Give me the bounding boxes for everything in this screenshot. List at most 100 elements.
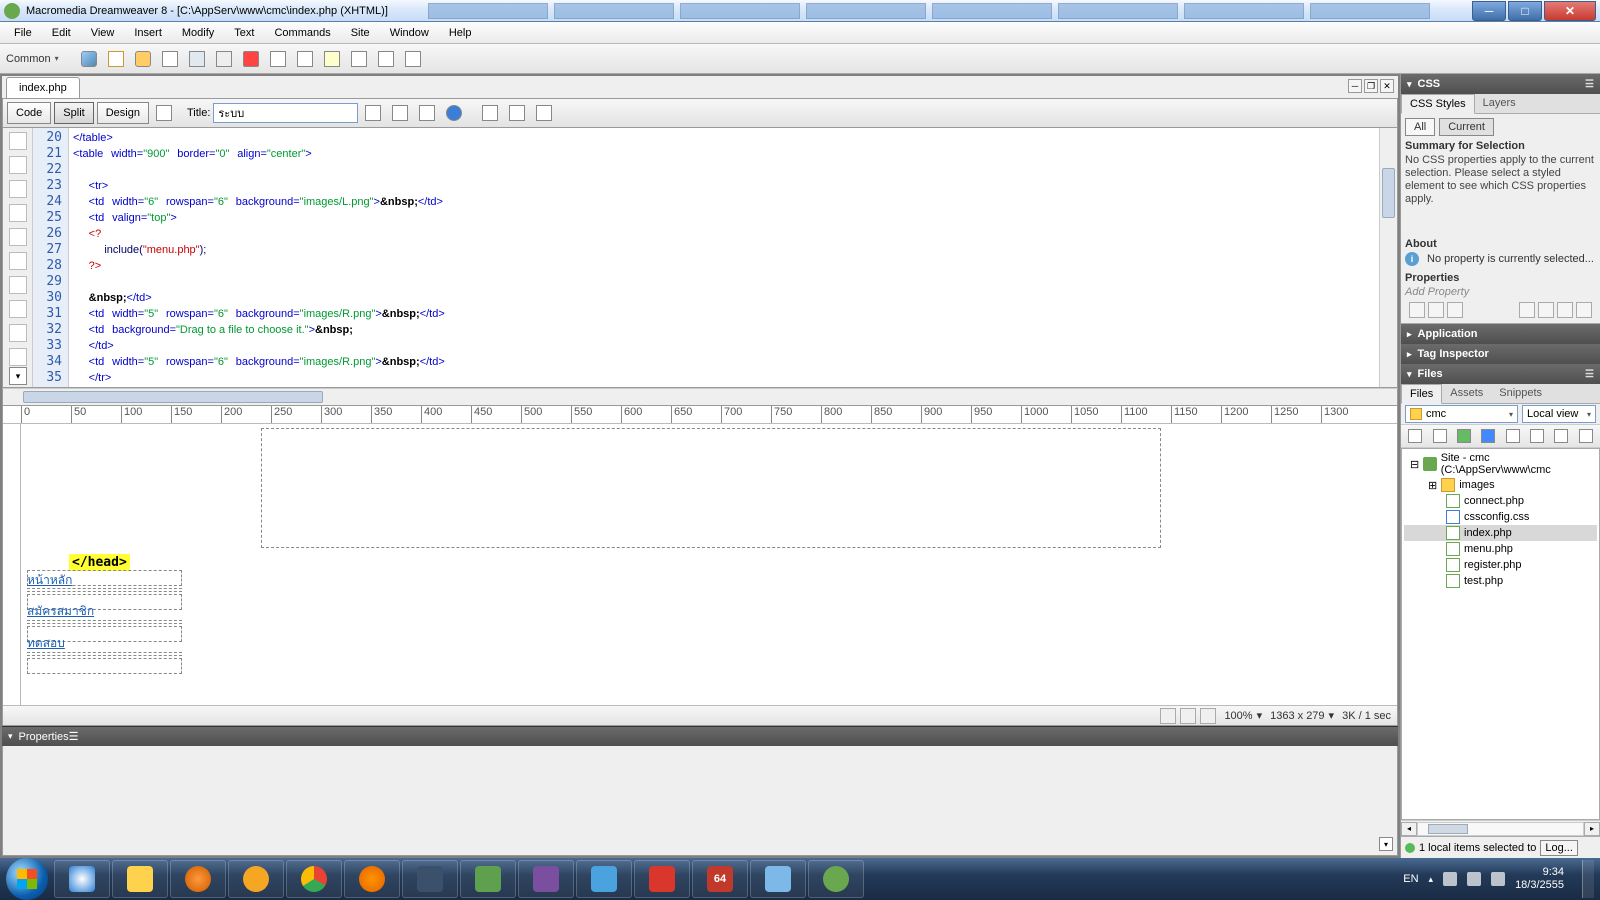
- tab-files[interactable]: Files: [1401, 384, 1442, 404]
- language-indicator[interactable]: EN: [1403, 873, 1418, 885]
- date-icon[interactable]: [266, 47, 290, 71]
- menu-edit[interactable]: Edit: [42, 24, 81, 42]
- application-panel-header[interactable]: Application: [1401, 324, 1600, 344]
- visual-aids-icon[interactable]: [532, 101, 556, 125]
- select-tool-icon[interactable]: [1160, 708, 1176, 724]
- server-include-icon[interactable]: [293, 47, 317, 71]
- tab-layers[interactable]: Layers: [1475, 94, 1524, 113]
- file-register.php[interactable]: register.php: [1404, 557, 1597, 573]
- insert-div-icon[interactable]: [185, 47, 209, 71]
- file-images[interactable]: ⊞ images: [1404, 477, 1597, 493]
- task-app7[interactable]: 64: [692, 860, 748, 898]
- window-size[interactable]: 1363 x 279: [1270, 710, 1324, 722]
- menu-file[interactable]: File: [4, 24, 42, 42]
- show-list-icon[interactable]: [1428, 302, 1444, 318]
- comment-icon[interactable]: [320, 47, 344, 71]
- view-dropdown[interactable]: Local view: [1522, 405, 1596, 423]
- script-icon[interactable]: [374, 47, 398, 71]
- task-msn[interactable]: [750, 860, 806, 898]
- file-index.php[interactable]: index.php: [1404, 525, 1597, 541]
- aero-tab[interactable]: [932, 3, 1052, 19]
- open-documents-icon[interactable]: [9, 132, 27, 150]
- menu-commands[interactable]: Commands: [264, 24, 340, 42]
- checkin-icon[interactable]: [1527, 424, 1547, 448]
- task-app2[interactable]: [402, 860, 458, 898]
- tab-snippets[interactable]: Snippets: [1491, 384, 1550, 403]
- task-app5[interactable]: [576, 860, 632, 898]
- code-collapse-toggle[interactable]: ▾: [9, 367, 27, 385]
- tab-assets[interactable]: Assets: [1442, 384, 1491, 403]
- menu-help[interactable]: Help: [439, 24, 482, 42]
- minimize-button[interactable]: ─: [1472, 1, 1506, 21]
- doc-minimize-button[interactable]: ─: [1348, 79, 1362, 93]
- collapse-full-tag-icon[interactable]: [9, 156, 27, 174]
- table-cell[interactable]: [27, 658, 182, 674]
- table-icon[interactable]: [158, 47, 182, 71]
- files-hscrollbar[interactable]: ◂▸: [1401, 820, 1600, 836]
- menu-site[interactable]: Site: [341, 24, 380, 42]
- close-button[interactable]: ✕: [1544, 1, 1596, 21]
- doc-close-button[interactable]: ✕: [1380, 79, 1394, 93]
- code-editor[interactable]: </table> <table width="900" border="0" a…: [69, 128, 1379, 387]
- tray-network-icon[interactable]: [1467, 872, 1481, 886]
- panel-options-icon[interactable]: ☰: [1585, 369, 1594, 380]
- menu-text[interactable]: Text: [224, 24, 264, 42]
- aero-tab[interactable]: [1310, 3, 1430, 19]
- code-vscrollbar[interactable]: [1379, 128, 1397, 387]
- task-ie[interactable]: [54, 860, 110, 898]
- zoom-tool-icon[interactable]: [1200, 708, 1216, 724]
- file-connect.php[interactable]: connect.php: [1404, 493, 1597, 509]
- collapse-selection-icon[interactable]: [9, 180, 27, 198]
- task-app3[interactable]: [460, 860, 516, 898]
- properties-expand-icon[interactable]: ▾: [1379, 837, 1393, 851]
- task-explorer[interactable]: [112, 860, 168, 898]
- preview-icon[interactable]: [442, 101, 466, 125]
- panel-options-icon[interactable]: ☰: [1585, 79, 1594, 90]
- media-icon[interactable]: [239, 47, 263, 71]
- validate-icon[interactable]: [388, 101, 412, 125]
- task-app1[interactable]: [228, 860, 284, 898]
- aero-tab[interactable]: [1058, 3, 1178, 19]
- refresh-files-icon[interactable]: [1429, 424, 1449, 448]
- task-dreamweaver[interactable]: [808, 860, 864, 898]
- menu-window[interactable]: Window: [380, 24, 439, 42]
- task-wmp[interactable]: [170, 860, 226, 898]
- menu-view[interactable]: View: [81, 24, 125, 42]
- named-anchor-icon[interactable]: [131, 47, 155, 71]
- checkout-icon[interactable]: [1503, 424, 1523, 448]
- delete-rule-icon[interactable]: [1576, 302, 1592, 318]
- maximize-button[interactable]: □: [1508, 1, 1542, 21]
- menu-insert[interactable]: Insert: [124, 24, 172, 42]
- aero-tab[interactable]: [1184, 3, 1304, 19]
- table-outline[interactable]: [261, 428, 1161, 548]
- expand-files-icon[interactable]: [1576, 424, 1596, 448]
- tray-flag-icon[interactable]: [1443, 872, 1457, 886]
- tray-volume-icon[interactable]: [1491, 872, 1505, 886]
- check-browser-icon[interactable]: [415, 101, 439, 125]
- site-dropdown[interactable]: cmc: [1405, 405, 1518, 423]
- file-test.php[interactable]: test.php: [1404, 573, 1597, 589]
- code-hscrollbar[interactable]: [2, 388, 1398, 406]
- zoom-dropdown-icon[interactable]: ▾: [1257, 709, 1263, 722]
- aero-tab[interactable]: [428, 3, 548, 19]
- add-property-link[interactable]: Add Property: [1405, 286, 1596, 298]
- tab-css-styles[interactable]: CSS Styles: [1401, 94, 1475, 114]
- head-tag-marker[interactable]: </head>: [69, 554, 130, 571]
- sync-icon[interactable]: [1551, 424, 1571, 448]
- doc-restore-button[interactable]: ❐: [1364, 79, 1378, 93]
- view-options-icon[interactable]: [505, 101, 529, 125]
- refresh-icon[interactable]: [478, 101, 502, 125]
- code-view-button[interactable]: Code: [7, 102, 51, 124]
- design-canvas[interactable]: </head> หน้าหลัก สมัครสมาชิก ทดสอบ: [21, 424, 1397, 705]
- panel-options-icon[interactable]: ☰: [69, 730, 79, 743]
- properties-panel-header[interactable]: Properties ☰: [2, 726, 1398, 746]
- split-view-button[interactable]: Split: [54, 102, 93, 124]
- files-panel-header[interactable]: Files☰: [1401, 364, 1600, 384]
- templates-icon[interactable]: [401, 47, 425, 71]
- hand-tool-icon[interactable]: [1180, 708, 1196, 724]
- new-rule-icon[interactable]: [1538, 302, 1554, 318]
- hyperlink-icon[interactable]: [77, 47, 101, 71]
- put-files-icon[interactable]: [1478, 424, 1498, 448]
- select-parent-tag-icon[interactable]: [9, 228, 27, 246]
- menu-link-test[interactable]: ทดสอบ: [27, 634, 65, 653]
